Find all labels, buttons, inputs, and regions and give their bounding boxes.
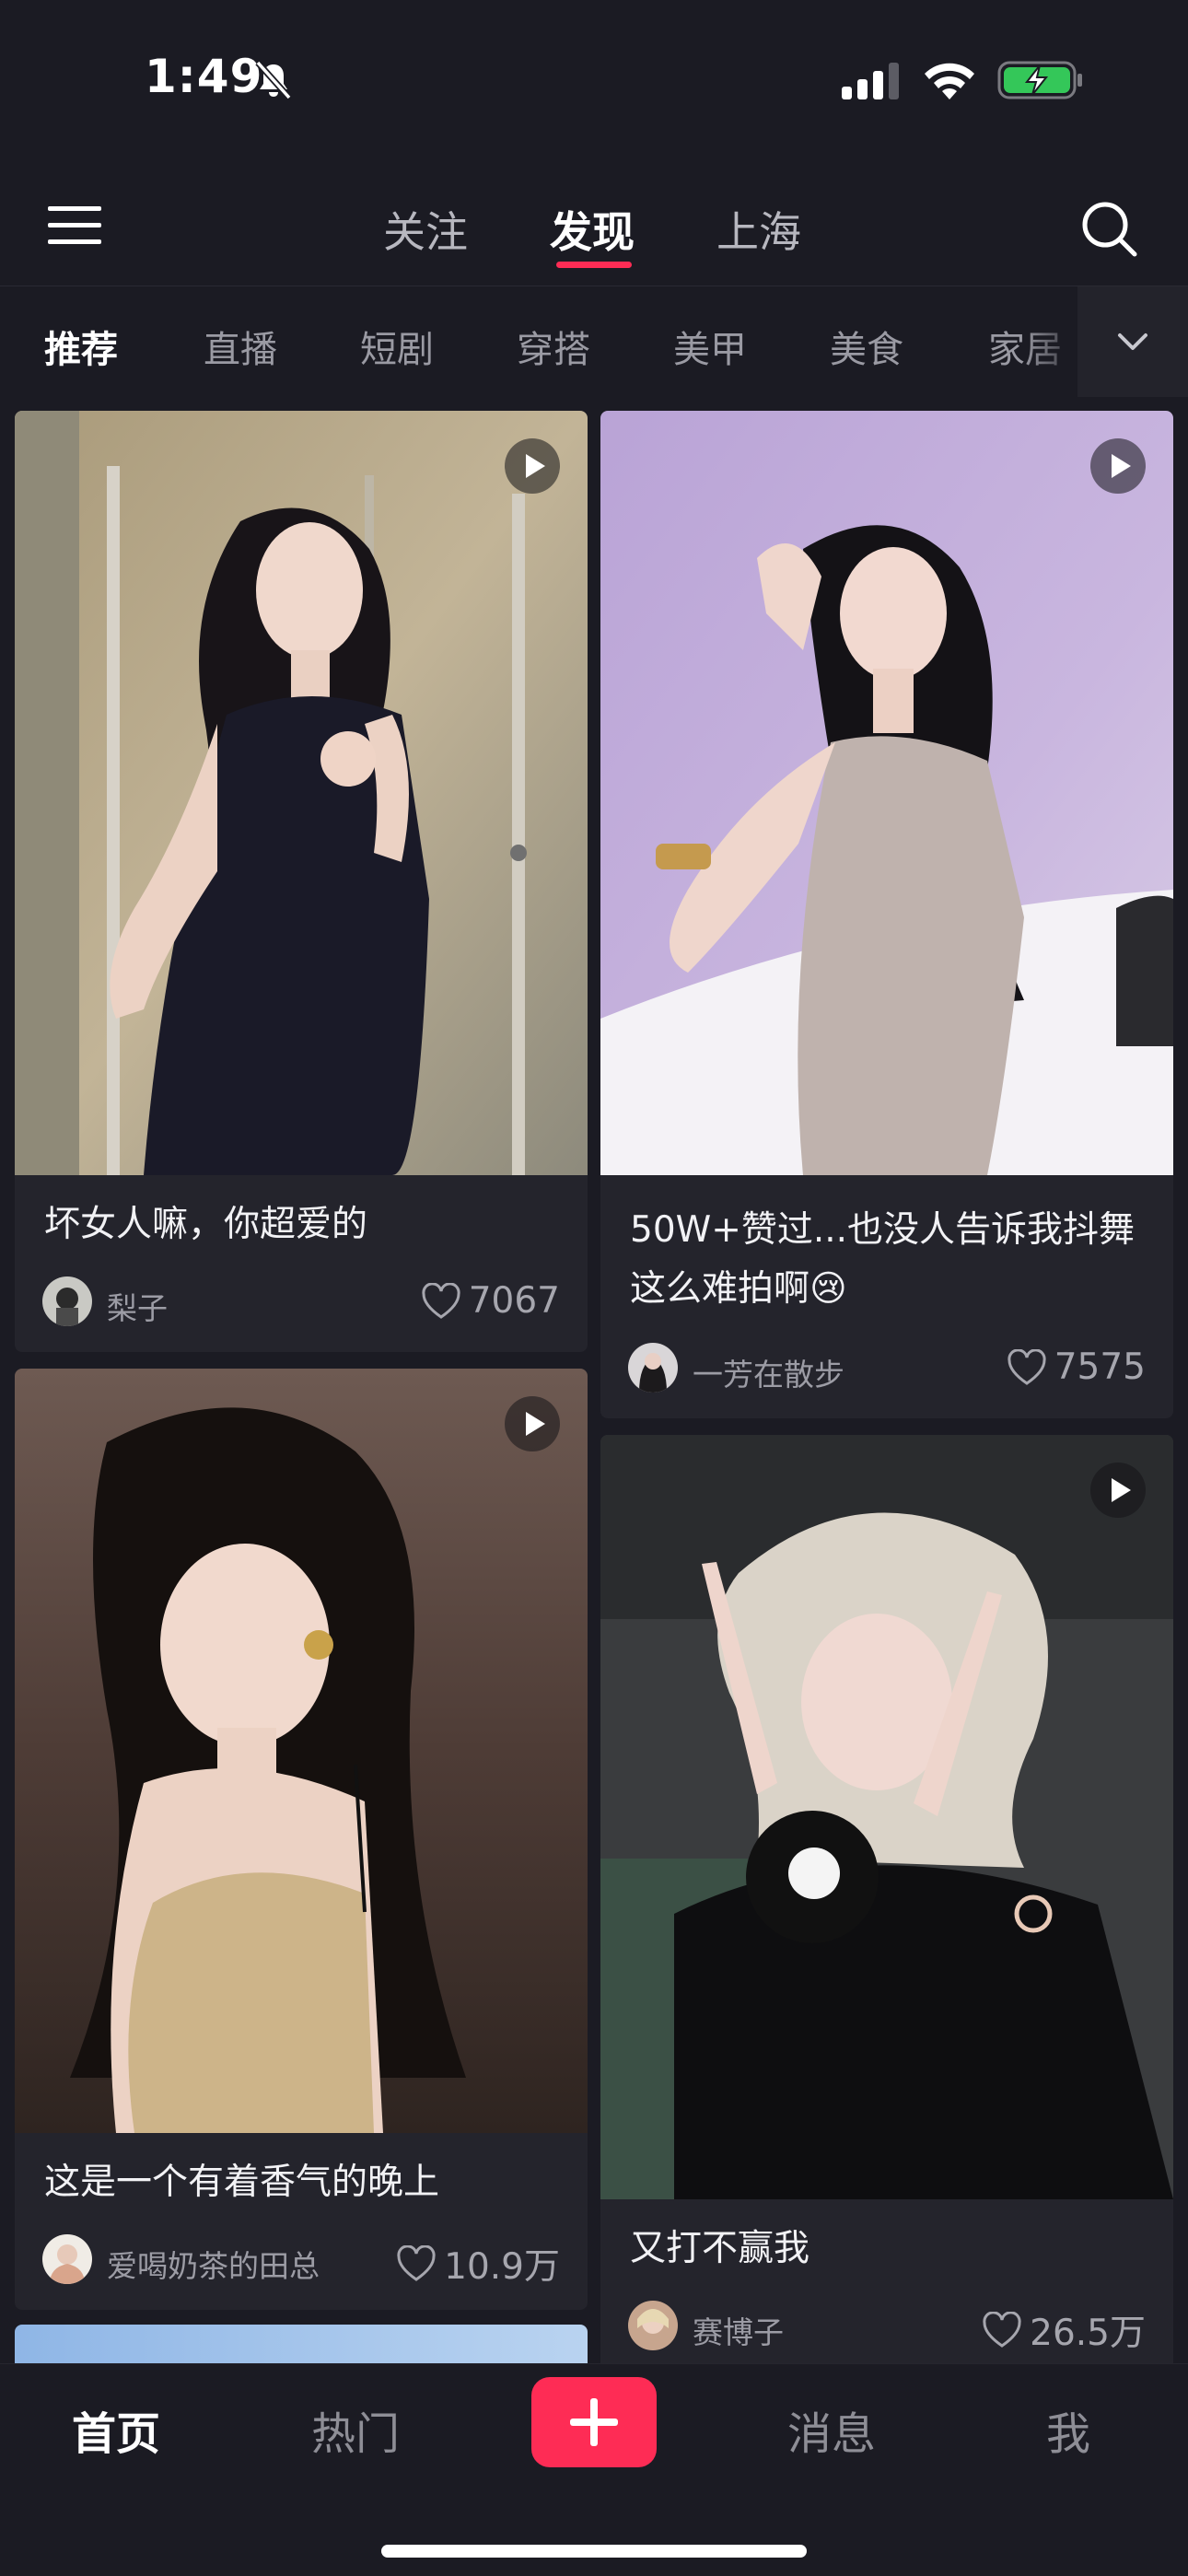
feed-card[interactable]: 50W+赞过...也没人告诉我抖舞这么难拍啊😢 一芳在散步 7575 [600,411,1173,1418]
category-food[interactable]: 美食 [830,320,903,373]
avatar[interactable] [628,2301,678,2350]
category-nails[interactable]: 美甲 [673,320,747,373]
bottom-tab-bar: 首页 热门 消息 我 [0,2363,1188,2576]
like-count[interactable]: 7575 [1007,1346,1146,1388]
feed-card[interactable] [15,2325,588,2363]
battery-charging-icon [997,61,1082,99]
play-icon [526,454,545,478]
category-short-drama[interactable]: 短剧 [360,320,434,373]
plus-icon [570,2398,618,2446]
card-author[interactable]: 梨子 [107,1284,168,1328]
wifi-icon [925,63,974,99]
card-author[interactable]: 赛博子 [693,2308,784,2352]
create-post-button[interactable] [531,2377,657,2467]
search-icon[interactable] [1079,199,1138,258]
play-icon [1112,454,1131,478]
card-author[interactable]: 一芳在散步 [693,1350,844,1394]
status-time: 1:49 [145,50,263,103]
category-live[interactable]: 直播 [204,320,277,373]
feed-card[interactable]: 又打不赢我 赛博子 26.5万 [600,1435,1173,2363]
like-count-value: 26.5万 [1030,2313,1146,2354]
tab-me[interactable]: 我 [1046,2397,1090,2462]
avatar[interactable] [628,1343,678,1393]
like-count-value: 7067 [468,1280,560,1322]
status-bar: 1:49 [0,0,1188,157]
card-author[interactable]: 爱喝奶茶的田总 [107,2242,320,2286]
tab-local[interactable]: 上海 [716,199,801,260]
card-title: 50W+赞过...也没人告诉我抖舞这么难拍啊😢 [630,1209,1136,1310]
play-icon [526,1412,545,1436]
card-title: 这是一个有着香气的晚上 [44,2162,440,2203]
category-expand-button[interactable] [1077,286,1188,397]
heart-icon [422,1282,460,1319]
card-cover-image [15,1369,588,2133]
video-badge [505,438,560,494]
active-tab-indicator [556,262,632,268]
feed-card[interactable]: 这是一个有着香气的晚上 爱喝奶茶的田总 10.9万 [15,1369,588,2310]
tab-following[interactable]: 关注 [383,199,468,260]
bell-off-icon [255,60,292,100]
heart-icon [397,2245,436,2281]
card-cover-image [15,411,588,1175]
tab-trending[interactable]: 热门 [311,2397,400,2462]
like-count-value: 10.9万 [444,2246,560,2288]
category-bar: 推荐 直播 短剧 穿搭 美甲 美食 家居 [0,286,1188,397]
category-recommend[interactable]: 推荐 [44,320,118,373]
category-outfits[interactable]: 穿搭 [517,320,590,373]
card-cover-image [600,1435,1173,2199]
avatar[interactable] [42,1276,92,1326]
menu-icon[interactable] [48,203,103,247]
video-badge [1090,438,1146,494]
top-nav: 关注 发现 上海 [0,166,1188,286]
tab-home[interactable]: 首页 [72,2397,160,2462]
card-cover-image [600,411,1173,1175]
video-badge [505,1396,560,1451]
card-title: 坏女人嘛，你超爱的 [44,1204,368,1245]
tab-messages[interactable]: 消息 [787,2397,876,2462]
card-title: 又打不赢我 [630,2228,810,2269]
tab-discover[interactable]: 发现 [550,199,635,260]
feed-card[interactable]: 坏女人嘛，你超爱的 梨子 7067 [15,411,588,1352]
chevron-down-icon [1118,333,1147,350]
home-indicator [381,2545,807,2558]
play-icon [1112,1478,1131,1502]
like-count[interactable]: 26.5万 [982,2304,1146,2356]
signal-icon [842,63,899,99]
like-count[interactable]: 10.9万 [396,2238,560,2290]
like-count[interactable]: 7067 [421,1280,560,1322]
heart-icon [983,2312,1021,2348]
feed-grid: 坏女人嘛，你超爱的 梨子 7067 50W+赞过...也没人告诉我抖舞这么难拍啊… [0,411,1188,2363]
avatar[interactable] [42,2234,92,2284]
video-badge [1090,1463,1146,1518]
like-count-value: 7575 [1054,1346,1146,1388]
card-cover-image [15,2325,588,2363]
heart-icon [1007,1348,1046,1385]
